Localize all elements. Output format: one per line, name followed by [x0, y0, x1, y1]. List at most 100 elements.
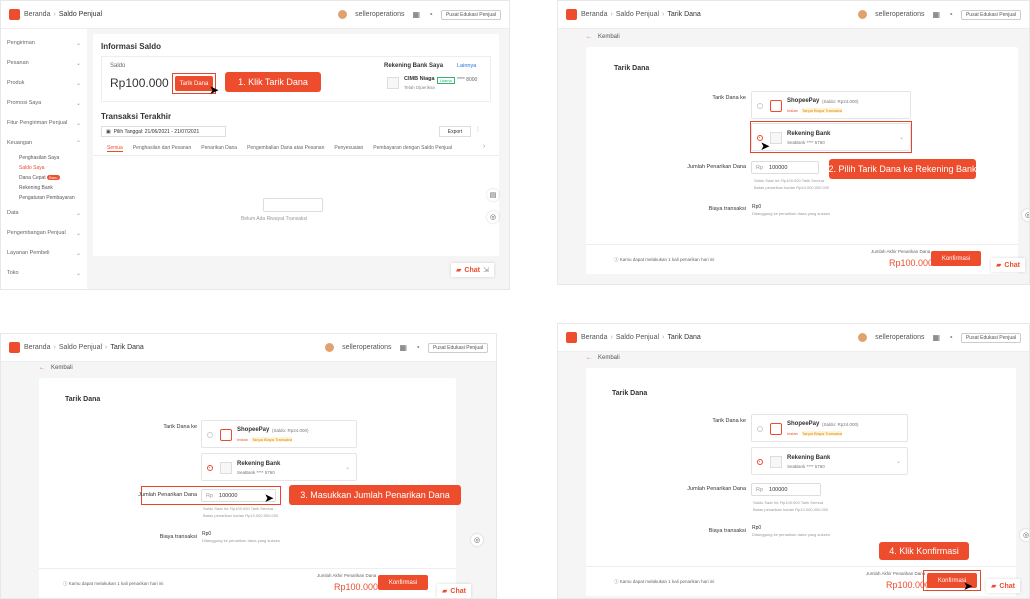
support-icon[interactable]: ◎ — [1022, 209, 1029, 221]
chevron-down-icon[interactable]: ⌄ — [896, 458, 901, 465]
sidebar-item-produk[interactable]: Produk ⌄ — [1, 73, 87, 93]
breadcrumb-saldo[interactable]: Saldo Penjual — [616, 11, 659, 18]
breadcrumb-saldo[interactable]: Saldo Penjual — [616, 334, 659, 341]
support-icon[interactable]: ◎ — [471, 534, 483, 546]
sidebar-item-keuangan[interactable]: Keuangan ⌃ — [1, 133, 87, 153]
chevron-down-icon[interactable]: ⌄ — [345, 464, 350, 471]
export-button[interactable]: Export — [439, 126, 471, 137]
lainnya-link[interactable]: Lainnya — [457, 63, 476, 69]
user-name[interactable]: selleroperations — [875, 11, 924, 18]
footer-note-text: Kamu dapat melakukan 1 kali penarikan ha… — [68, 581, 164, 586]
bell-icon[interactable]: ◔ — [415, 343, 420, 352]
radio-rekening-bank[interactable] — [207, 465, 213, 471]
back-link[interactable]: ← Kembali — [586, 355, 620, 361]
konfirmasi-button[interactable]: Konfirmasi — [931, 251, 981, 266]
option-shopeepay[interactable]: ShopeePay (Saldo: Rp24.000) Instan Tanpa… — [751, 91, 911, 119]
avatar[interactable] — [325, 343, 335, 352]
cursor-pointer-icon: ➤ — [264, 491, 275, 505]
sidebar-sub-dana-cepat[interactable]: Dana Cepat Baru — [1, 173, 87, 183]
radio-shopeepay[interactable] — [207, 432, 213, 438]
option-rekening-bank[interactable]: Rekening Bank SeaBank **** 5760 ⌄ — [751, 447, 908, 475]
sidebar-item-fitur-pengiriman[interactable]: Fitur Pengiriman Penjual ⌄ — [1, 113, 87, 133]
apps-icon[interactable]: ▦ — [933, 10, 941, 19]
sidebar-item-layanan[interactable]: Layanan Pembeli ⌄ — [1, 243, 87, 263]
inbox-icon[interactable]: ▤ — [487, 189, 499, 201]
option-rekening-bank[interactable]: Rekening Bank SeaBank **** 5760 ⌄ — [201, 453, 357, 481]
support-icon[interactable]: ◎ — [487, 211, 499, 223]
sidebar-item-promosi[interactable]: Promosi Saya ⌄ — [1, 93, 87, 113]
topbar: Beranda › Saldo Penjual selleroperations… — [1, 1, 509, 29]
arrow-left-icon: ← — [39, 365, 45, 371]
konfirmasi-button[interactable]: Konfirmasi — [378, 575, 428, 590]
chevron-down-icon: ⌄ — [75, 250, 81, 257]
tab-penghasilan[interactable]: Penghasilan dari Pesanan — [133, 145, 191, 152]
total-value: Rp100.000 — [334, 582, 379, 592]
breadcrumb: Beranda › Saldo Penjual › Tarik Dana — [581, 11, 701, 18]
avatar[interactable] — [858, 10, 868, 19]
amount-input[interactable]: Rp 100000 — [751, 483, 821, 496]
amount-input[interactable]: Rp 100000 — [751, 161, 819, 174]
user-name[interactable]: selleroperations — [355, 11, 404, 18]
sidebar-sub-rekening[interactable]: Rekening Bank — [1, 183, 87, 193]
chat-label: Chat — [1004, 261, 1020, 269]
tab-penyesuaian[interactable]: Penyesuaian — [334, 145, 363, 152]
sidebar-item-pengiriman[interactable]: Pengiriman ⌄ — [1, 33, 87, 53]
breadcrumb-home[interactable]: Beranda — [24, 11, 50, 18]
sidebar-sub-saldo[interactable]: Saldo Saya — [1, 163, 87, 173]
bell-icon[interactable]: ◔ — [428, 10, 433, 19]
chat-button[interactable]: ▰ Chat ⇲ — [451, 263, 494, 277]
sidebar-item-pesanan[interactable]: Pesanan ⌄ — [1, 53, 87, 73]
date-filter[interactable]: ▣ Pilih Tanggal: 21/06/2021 - 21/07/2021 — [101, 126, 226, 137]
sidebar-sub-pengaturan[interactable]: Pengaturan Pembayaran — [1, 193, 87, 203]
seller-education-button[interactable]: Pusat Edukasi Penjual — [960, 9, 1021, 20]
support-icon[interactable]: ◎ — [1020, 529, 1029, 541]
bell-icon[interactable]: ◔ — [948, 10, 953, 19]
sidebar-item-data[interactable]: Data ⌄ — [1, 203, 87, 223]
breadcrumb-home[interactable]: Beranda — [581, 334, 607, 341]
breadcrumb-home[interactable]: Beranda — [581, 11, 607, 18]
breadcrumb-saldo[interactable]: Saldo Penjual — [59, 344, 102, 351]
amount-value: 100000 — [769, 164, 788, 171]
tab-penarikan[interactable]: Penarikan Dana — [201, 145, 237, 152]
step-2-callout: 2. Pilih Tarik Dana ke Rekening Bank — [829, 159, 976, 179]
seller-education-button[interactable]: Pusat Edukasi Penjual — [960, 332, 1021, 343]
radio-shopeepay[interactable] — [757, 103, 763, 109]
sidebar-item-toko[interactable]: Toko ⌄ — [1, 263, 87, 283]
seller-education-button[interactable]: Pusat Edukasi Penjual — [440, 9, 501, 20]
fee-label: Biaya transaksi — [708, 206, 746, 212]
apps-icon[interactable]: ▦ — [933, 333, 941, 342]
breadcrumb-home[interactable]: Beranda — [24, 344, 50, 351]
seller-education-button[interactable]: Pusat Edukasi Penjual — [427, 342, 488, 353]
chat-button[interactable]: ▰ Chat — [437, 584, 471, 598]
expand-icon[interactable]: ⇲ — [483, 266, 489, 274]
sidebar-item-label: Pengembangan Penjual — [7, 230, 66, 236]
option-shopeepay[interactable]: ShopeePay (Saldo: Rp24.000) Instan Tanpa… — [751, 414, 908, 442]
bell-icon[interactable]: ◔ — [948, 333, 953, 342]
breadcrumb: Beranda › Saldo Penjual — [24, 11, 102, 18]
topbar: Beranda › Saldo Penjual › Tarik Dana sel… — [558, 1, 1029, 29]
tab-pembayaran[interactable]: Pembayaran dengan Saldo Penjual — [373, 145, 452, 152]
option-shopeepay[interactable]: ShopeePay (Saldo: Rp24.000) Instan Tanpa… — [201, 420, 357, 448]
avatar[interactable] — [858, 333, 868, 342]
avatar[interactable] — [338, 10, 348, 19]
sidebar-sub-penghasilan[interactable]: Penghasilan Saya — [1, 153, 87, 163]
back-link[interactable]: ← Kembali — [586, 34, 620, 40]
chat-button[interactable]: ▰ Chat — [986, 579, 1020, 593]
radio-rekening-bank[interactable] — [757, 459, 763, 465]
chevron-right-icon[interactable]: › — [483, 143, 485, 150]
apps-icon[interactable]: ▦ — [413, 10, 421, 19]
chat-button[interactable]: ▰ Chat — [991, 258, 1025, 272]
sidebar-item-pengembangan[interactable]: Pengembangan Penjual ⌄ — [1, 223, 87, 243]
tab-pengembalian[interactable]: Pengembalian Dana atas Pesanan — [247, 145, 324, 152]
radio-shopeepay[interactable] — [757, 426, 763, 432]
back-link[interactable]: ← Kembali — [39, 365, 73, 371]
user-name[interactable]: selleroperations — [342, 344, 391, 351]
tab-semua[interactable]: Semua — [107, 145, 123, 152]
amount-note-1: Saldo Saat Ini: Rp100.000 Tarik Semua — [754, 178, 824, 183]
more-icon[interactable]: ⋮ — [475, 126, 481, 133]
user-name[interactable]: selleroperations — [875, 334, 924, 341]
total-label: Jumlah Akhir Penarikan Dana — [866, 571, 926, 576]
apps-icon[interactable]: ▦ — [400, 343, 408, 352]
chevron-down-icon: ⌄ — [75, 60, 81, 67]
total-label: Jumlah Akhir Penarikan Dana — [871, 249, 931, 254]
